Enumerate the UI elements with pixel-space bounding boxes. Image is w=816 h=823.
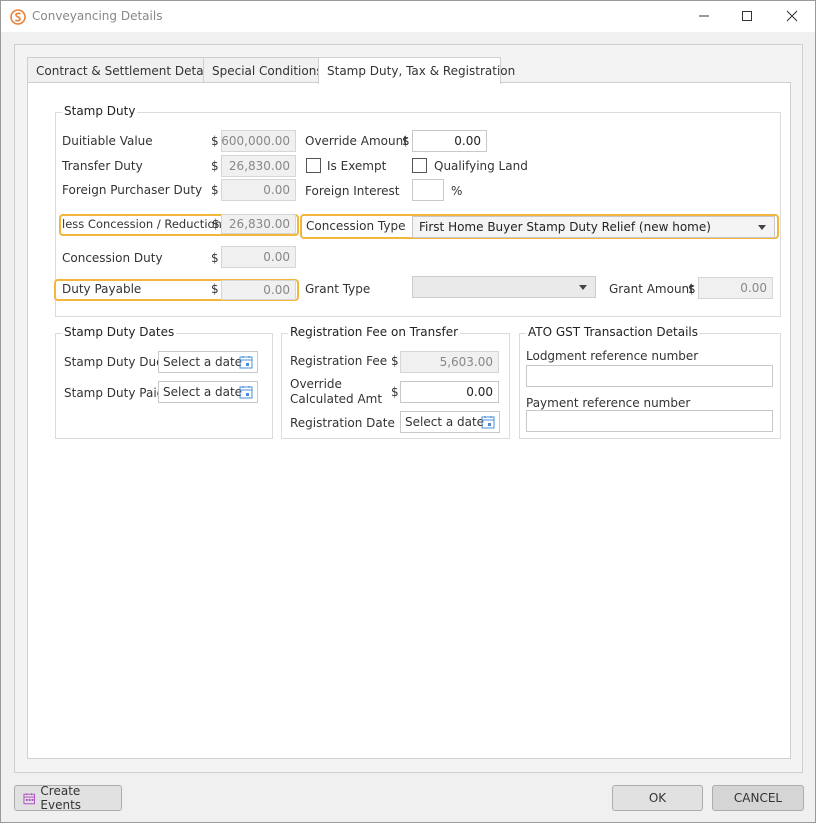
registration-fee-group: Registration Fee on Transfer Registratio…	[281, 325, 510, 439]
is-exempt-label: Is Exempt	[327, 159, 387, 173]
concession-type-select[interactable]: First Home Buyer Stamp Duty Relief (new …	[412, 216, 775, 238]
lodgment-reference-label: Lodgment reference number	[526, 349, 699, 363]
create-events-label: Create Events	[40, 784, 82, 812]
conveyancing-details-window: Conveyancing Details Contract & Settleme…	[0, 0, 816, 823]
payment-reference-input[interactable]	[526, 410, 773, 432]
cancel-button[interactable]: CANCEL	[712, 785, 804, 811]
registration-fee-label: Registration Fee	[290, 354, 388, 368]
payment-reference-label: Payment reference number	[526, 396, 691, 410]
dutiable-value-label: Duitiable Value	[62, 134, 153, 148]
tab-stamp-duty-tax-registration[interactable]: Stamp Duty, Tax & Registration	[318, 57, 515, 84]
stamp-duty-due-label: Stamp Duty Due	[64, 355, 164, 369]
ok-label: OK	[648, 791, 667, 805]
cancel-label: CANCEL	[733, 791, 783, 805]
concession-type-value: First Home Buyer Stamp Duty Relief (new …	[419, 220, 711, 234]
tab-label: Special Conditions	[212, 63, 323, 78]
maximize-button[interactable]	[732, 5, 762, 27]
stamp-duty-due-datepicker[interactable]: Select a date	[158, 351, 258, 373]
chevron-down-icon	[579, 285, 587, 290]
foreign-purchaser-duty-field: 0.00	[221, 179, 296, 201]
registration-fee-title: Registration Fee on Transfer	[288, 325, 461, 339]
ato-gst-title: ATO GST Transaction Details	[526, 325, 700, 339]
override-amount-input[interactable]: 0.00	[412, 130, 487, 152]
currency-symbol: $	[211, 183, 219, 197]
concession-type-label: Concession Type	[306, 219, 406, 233]
minimize-button[interactable]	[689, 5, 719, 27]
currency-symbol: $	[211, 251, 219, 265]
tab-special-conditions[interactable]: Special Conditions	[203, 57, 323, 83]
is-exempt-checkbox[interactable]	[306, 158, 321, 173]
create-events-button[interactable]: Create Events	[14, 784, 122, 812]
calendar-icon[interactable]	[481, 415, 495, 429]
tab-label: Stamp Duty, Tax & Registration	[327, 64, 516, 78]
duty-payable-label: Duty Payable	[62, 282, 142, 296]
override-calculated-label-line2: Calculated Amt	[290, 392, 383, 406]
qualifying-land-label: Qualifying Land	[434, 159, 528, 173]
chevron-down-icon	[758, 225, 766, 230]
grant-type-select[interactable]	[412, 276, 596, 298]
close-button[interactable]	[777, 5, 807, 27]
maximize-icon	[742, 11, 752, 21]
transfer-duty-label: Transfer Duty	[62, 159, 143, 173]
override-calculated-label-line1: Override	[290, 377, 342, 391]
currency-symbol: $	[391, 385, 399, 399]
currency-symbol: $	[211, 134, 219, 148]
date-placeholder: Select a date	[163, 385, 243, 399]
currency-symbol: $	[212, 217, 220, 231]
dutiable-value-field: 600,000.00	[221, 130, 296, 152]
foreign-purchaser-duty-label: Foreign Purchaser Duty	[62, 183, 203, 197]
stamp-duty-dates-group: Stamp Duty Dates Stamp Duty Due Select a…	[55, 325, 273, 439]
window-title: Conveyancing Details	[32, 9, 163, 23]
stamp-duty-dates-title: Stamp Duty Dates	[62, 325, 177, 339]
percent-label: %	[451, 184, 463, 198]
currency-symbol: $	[211, 282, 219, 296]
lodgment-reference-input[interactable]	[526, 365, 773, 387]
minimize-icon	[699, 15, 709, 17]
transfer-duty-field: 26,830.00	[221, 155, 296, 177]
stamp-duty-group-title: Stamp Duty	[62, 104, 138, 118]
concession-duty-label: Concession Duty	[62, 251, 163, 265]
currency-symbol: $	[688, 282, 696, 296]
foreign-interest-input[interactable]	[412, 179, 444, 201]
stamp-duty-group: Stamp Duty Duitiable Value $ 600,000.00 …	[54, 104, 781, 317]
tab-label: Contract & Settlement Details	[36, 63, 217, 78]
concession-duty-field: 0.00	[221, 246, 296, 268]
override-amount-label: Override Amount	[305, 134, 408, 148]
qualifying-land-checkbox[interactable]	[412, 158, 427, 173]
registration-date-datepicker[interactable]: Select a date	[400, 411, 500, 433]
ok-button[interactable]: OK	[612, 785, 703, 811]
foreign-interest-label: Foreign Interest	[305, 184, 400, 198]
less-concession-label: less Concession / Reduction	[62, 217, 222, 231]
stamp-duty-paid-label: Stamp Duty Paid	[64, 386, 165, 400]
stamp-duty-paid-datepicker[interactable]: Select a date	[158, 381, 258, 403]
currency-symbol: $	[402, 134, 410, 148]
grant-amount-label: Grant Amount	[609, 282, 694, 296]
app-logo-icon	[10, 9, 26, 25]
registration-date-label: Registration Date	[290, 416, 395, 430]
tab-contract-settlement[interactable]: Contract & Settlement Details	[27, 57, 217, 83]
registration-fee-field: 5,603.00	[400, 351, 499, 373]
grant-type-label: Grant Type	[305, 282, 371, 296]
duty-payable-field: 0.00	[221, 280, 296, 300]
less-concession-field: 26,830.00	[221, 214, 296, 234]
calendar-events-icon	[23, 792, 35, 804]
currency-symbol: $	[211, 159, 219, 173]
ato-gst-group: ATO GST Transaction Details Lodgment ref…	[519, 325, 781, 439]
close-icon	[786, 10, 798, 22]
date-placeholder: Select a date	[163, 355, 243, 369]
override-calculated-amt-input[interactable]: 0.00	[400, 381, 499, 403]
calendar-icon[interactable]	[239, 385, 253, 399]
date-placeholder: Select a date	[405, 415, 485, 429]
calendar-icon[interactable]	[239, 355, 253, 369]
currency-symbol: $	[391, 354, 399, 368]
tab-page-stamp-duty: Stamp Duty Duitiable Value $ 600,000.00 …	[27, 82, 791, 759]
title-bar: Conveyancing Details	[1, 1, 815, 32]
grant-amount-field: 0.00	[698, 277, 773, 299]
